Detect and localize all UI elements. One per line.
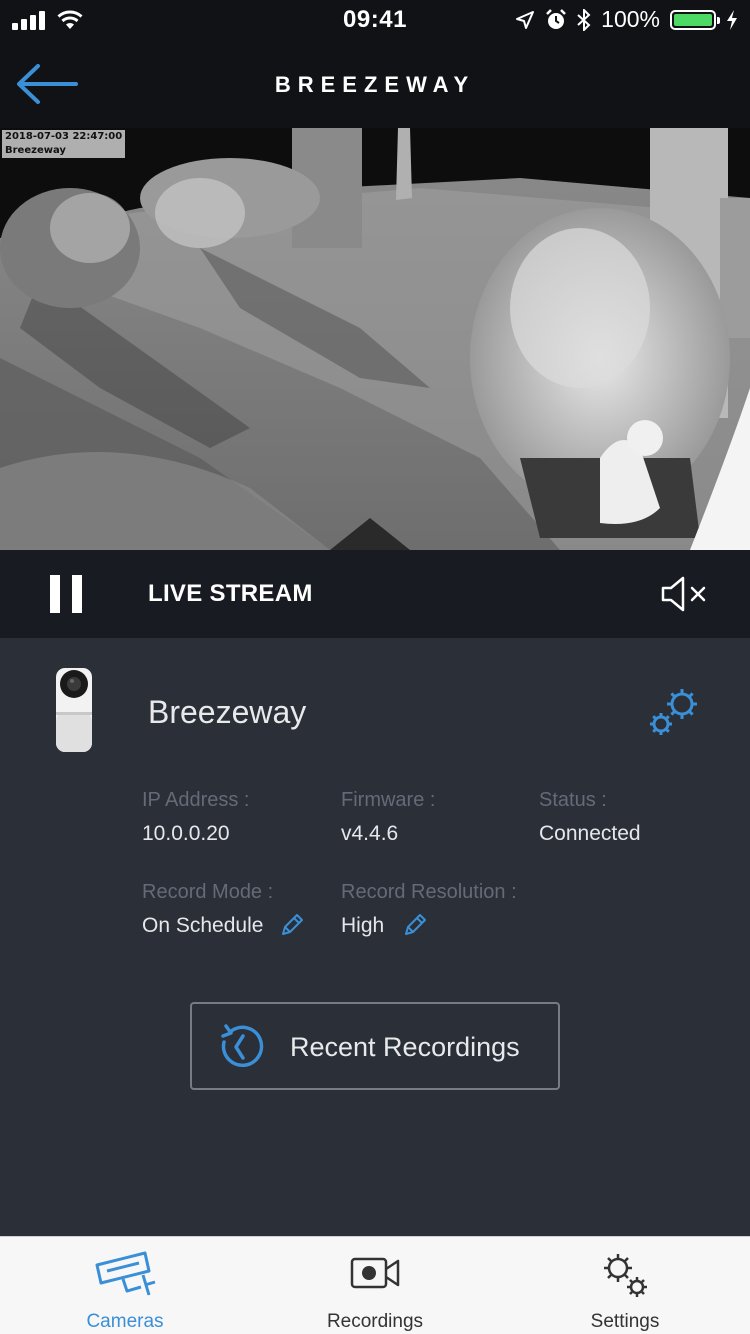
feed-overlay: 2018-07-03 22:47:00 Breezeway xyxy=(2,130,126,158)
pencil-icon xyxy=(405,914,426,935)
status-value: Connected xyxy=(539,822,641,845)
tab-cameras-label: Cameras xyxy=(86,1311,164,1332)
firmware-value: v4.4.6 xyxy=(341,822,399,845)
status-right-group: 100% xyxy=(515,6,738,33)
camera-info-panel: Breezeway IP Address : 10.0.0.20 Firmwar… xyxy=(0,638,750,1236)
feed-timestamp: 2018-07-03 22:47:00 xyxy=(5,131,123,142)
recent-recordings-label: Recent Recordings xyxy=(290,1032,520,1062)
camera-settings-button[interactable] xyxy=(648,686,702,738)
battery-percent: 100% xyxy=(601,6,660,32)
location-arrow-icon xyxy=(516,10,535,29)
status-bar: 09:41 100% xyxy=(0,0,750,40)
camera-device-icon xyxy=(56,668,92,752)
mute-button[interactable] xyxy=(660,576,712,612)
recent-recordings-button[interactable]: Recent Recordings xyxy=(190,1002,560,1090)
pencil-icon xyxy=(282,914,303,935)
pause-button[interactable] xyxy=(48,575,84,613)
tab-bar: Cameras Recordings Settings xyxy=(0,1236,750,1334)
tab-cameras[interactable]: Cameras xyxy=(0,1237,250,1334)
alarm-icon xyxy=(546,8,567,29)
record-resolution-value: High xyxy=(341,914,385,937)
edit-record-resolution-button[interactable] xyxy=(402,912,428,938)
status-label: Status : xyxy=(539,789,607,811)
gears-icon xyxy=(650,689,697,735)
tab-recordings[interactable]: Recordings xyxy=(250,1237,500,1334)
camera-feed[interactable]: 2018-07-03 22:47:00 Breezeway xyxy=(0,128,750,550)
playback-bar: LIVE STREAM xyxy=(0,550,750,638)
ip-address-value: 10.0.0.20 xyxy=(142,822,230,845)
nav-bar: BREEZEWAY xyxy=(0,40,750,128)
tab-recordings-label: Recordings xyxy=(326,1311,424,1332)
record-mode-value: On Schedule xyxy=(142,914,264,937)
record-resolution-label: Record Resolution : xyxy=(341,881,517,903)
firmware-label: Firmware : xyxy=(341,789,436,811)
edit-record-mode-button[interactable] xyxy=(279,912,305,938)
tab-settings[interactable]: Settings xyxy=(500,1237,750,1334)
pause-icon-left xyxy=(50,575,60,613)
stream-mode-label: LIVE STREAM xyxy=(148,580,313,607)
battery-fill xyxy=(674,13,712,26)
pause-icon-right xyxy=(72,575,82,613)
speaker-muted-icon xyxy=(661,576,706,612)
camera-name: Breezeway xyxy=(148,694,307,730)
battery-icon xyxy=(670,9,720,30)
record-mode-label: Record Mode : xyxy=(142,881,274,903)
bluetooth-icon xyxy=(577,8,591,31)
video-camera-icon xyxy=(350,1257,400,1289)
camera-icon xyxy=(95,1251,156,1296)
night-vision-image xyxy=(0,128,750,550)
history-icon xyxy=(221,1024,264,1067)
page-title: BREEZEWAY xyxy=(274,72,476,97)
ip-address-label: IP Address : xyxy=(142,789,250,811)
tab-settings-label: Settings xyxy=(590,1311,660,1332)
charging-bolt-icon xyxy=(727,9,737,30)
gears-icon xyxy=(604,1254,647,1297)
feed-camera-label: Breezeway xyxy=(5,145,66,156)
